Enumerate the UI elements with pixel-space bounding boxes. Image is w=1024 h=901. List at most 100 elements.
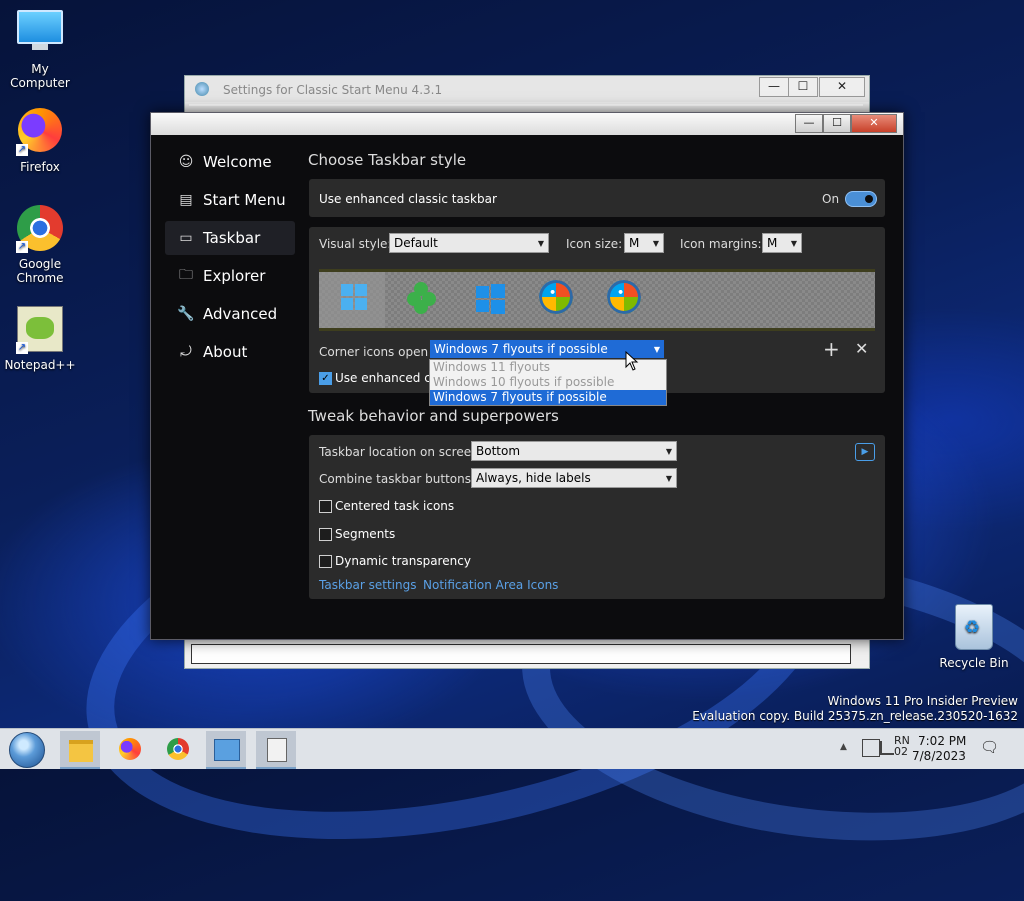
input-language-indicator[interactable]: RN 02 <box>894 735 910 757</box>
smile-icon: ☺ <box>178 154 194 170</box>
sidebar-item-taskbar[interactable]: ▭ Taskbar <box>165 221 295 255</box>
tray-overflow-icon[interactable]: ▲ <box>840 742 847 752</box>
visual-style-select[interactable]: Default ▼ <box>389 233 549 253</box>
section-heading-taskbar-style: Choose Taskbar style <box>308 151 467 169</box>
clock-date[interactable]: 7/8/2023 <box>912 749 966 763</box>
desktop-icon-my-computer[interactable]: My Computer <box>0 8 80 90</box>
centered-icons-checkbox[interactable] <box>319 500 332 513</box>
desktop-icon-label: Google Chrome <box>16 257 64 285</box>
file-explorer-icon[interactable] <box>60 731 100 769</box>
desktop-icon-label: My Computer <box>10 62 70 90</box>
desktop-icon-notepadpp[interactable]: ↗ Notepad++ <box>0 304 80 372</box>
control-panel-icon[interactable] <box>206 731 246 769</box>
play-video-icon[interactable]: ▶ <box>855 443 875 461</box>
shortcut-arrow-icon: ↗ <box>16 342 28 354</box>
remove-icon[interactable]: ✕ <box>855 339 868 358</box>
enhanced-taskbar-card: Use enhanced classic taskbar On <box>309 179 885 217</box>
enhanced-taskbar-toggle[interactable] <box>845 191 877 207</box>
start-orb-icon[interactable] <box>6 731 46 768</box>
centered-icons-label: Centered task icons <box>335 499 455 513</box>
sidebar-item-label: Welcome <box>203 153 272 171</box>
taskbar-icon: ▭ <box>179 230 193 246</box>
recycle-bin-icon <box>950 604 998 652</box>
dropdown-option[interactable]: Windows 10 flyouts if possible <box>430 375 666 390</box>
sidebar-item-about[interactable]: ⤾ About <box>165 335 295 369</box>
about-icon: ⤾ <box>180 344 192 360</box>
network-icon[interactable] <box>862 739 880 757</box>
dropdown-option-selected[interactable]: Windows 7 flyouts if possible <box>430 390 666 405</box>
clock-time[interactable]: 7:02 PM <box>918 734 966 748</box>
combine-buttons-select[interactable]: Always, hide labels ▼ <box>471 468 677 488</box>
shortcut-arrow-icon: ↗ <box>16 241 28 253</box>
tweak-behavior-card: Taskbar location on screen: Bottom ▼ ▶ C… <box>309 435 885 599</box>
back-window-titlebar[interactable]: Settings for Classic Start Menu 4.3.1 — … <box>185 76 869 102</box>
notepadpp-icon: ↗ <box>16 306 64 354</box>
corner-icons-value: Windows 7 flyouts if possible <box>434 342 608 356</box>
visual-style-value: Default <box>394 236 438 250</box>
sidebar-item-label: Taskbar <box>203 229 261 247</box>
start-button-preview <box>319 269 875 331</box>
segments-checkbox[interactable] <box>319 528 332 541</box>
back-window-edge <box>189 104 863 106</box>
mouse-cursor-icon <box>625 351 639 371</box>
desktop-icon-label: Notepad++ <box>4 358 76 372</box>
close-button[interactable]: ✕ <box>851 114 897 133</box>
app-icon <box>195 82 209 96</box>
sidebar-item-label: Explorer <box>203 267 266 285</box>
taskbar: ▲ RN 02 7:02 PM 7/8/2023 🗨 <box>0 728 1024 769</box>
back-close-button[interactable]: ✕ <box>819 77 865 97</box>
taskbar-location-select[interactable]: Bottom ▼ <box>471 441 677 461</box>
back-maximize-button[interactable]: ☐ <box>788 77 818 97</box>
computer-icon <box>16 10 64 58</box>
chevron-down-icon: ▼ <box>652 239 659 248</box>
chevron-down-icon: ▼ <box>537 239 544 248</box>
firefox-icon: ↗ <box>16 108 64 156</box>
windows7-orb-icon[interactable] <box>539 280 573 314</box>
sidebar-item-explorer[interactable]: 🗀 Explorer <box>165 259 295 293</box>
desktop-icon-recycle-bin[interactable]: Recycle Bin <box>934 602 1014 670</box>
icon-size-select[interactable]: M ▼ <box>624 233 664 253</box>
enhanced-classic-checkbox[interactable]: ✓ <box>319 372 332 385</box>
windows11-logo-icon[interactable] <box>337 280 371 314</box>
windows7-orb-icon[interactable] <box>607 280 641 314</box>
window-titlebar[interactable]: — ☐ ✕ <box>151 113 903 135</box>
wrench-icon: 🔧 <box>177 306 195 322</box>
taskbar-settings-window: — ☐ ✕ ☺ Welcome ▤ Start Menu ▭ Taskbar 🗀… <box>150 112 904 640</box>
shortcut-arrow-icon: ↗ <box>16 144 28 156</box>
chevron-down-icon: ▼ <box>665 474 672 483</box>
sidebar: ☺ Welcome ▤ Start Menu ▭ Taskbar 🗀 Explo… <box>165 145 295 373</box>
taskbar-settings-link[interactable]: Taskbar settings <box>319 578 416 592</box>
icon-margins-value: M <box>767 236 778 250</box>
chrome-icon[interactable] <box>158 731 198 767</box>
visual-style-label: Visual style: <box>319 237 392 251</box>
dynamic-transparency-checkbox[interactable] <box>319 555 332 568</box>
chrome-icon: ↗ <box>16 205 64 253</box>
desktop-icon-firefox[interactable]: ↗ Firefox <box>0 106 80 174</box>
sidebar-item-label: Advanced <box>203 305 278 323</box>
desktop-icon-label: Firefox <box>20 160 60 174</box>
firefox-icon[interactable] <box>110 731 150 767</box>
combine-buttons-label: Combine taskbar buttons: <box>319 472 476 486</box>
sidebar-item-advanced[interactable]: 🔧 Advanced <box>165 297 295 331</box>
icon-size-value: M <box>629 236 640 250</box>
volume-icon[interactable] <box>880 741 894 755</box>
desktop-icon-label: Recycle Bin <box>939 656 1009 670</box>
icon-margins-select[interactable]: M ▼ <box>762 233 802 253</box>
taskbar-location-value: Bottom <box>476 444 521 458</box>
enhanced-taskbar-state: On <box>822 192 840 206</box>
settings-app-icon[interactable] <box>256 731 296 769</box>
windows10-logo-icon[interactable] <box>473 280 507 314</box>
sidebar-item-start-menu[interactable]: ▤ Start Menu <box>165 183 295 217</box>
chevron-down-icon: ▼ <box>790 239 797 248</box>
notification-center-icon[interactable]: 🗨 <box>980 738 999 756</box>
notification-area-icons-link[interactable]: Notification Area Icons <box>423 578 558 592</box>
dynamic-transparency-label: Dynamic transparency <box>335 554 471 568</box>
chevron-down-icon: ▼ <box>665 447 672 456</box>
clover-icon[interactable] <box>405 280 439 314</box>
back-minimize-button[interactable]: — <box>759 77 789 97</box>
add-icon[interactable]: + <box>823 337 840 361</box>
minimize-button[interactable]: — <box>795 114 823 133</box>
maximize-button[interactable]: ☐ <box>823 114 851 133</box>
sidebar-item-welcome[interactable]: ☺ Welcome <box>165 145 295 179</box>
desktop-icon-chrome[interactable]: ↗ Google Chrome <box>0 204 80 285</box>
